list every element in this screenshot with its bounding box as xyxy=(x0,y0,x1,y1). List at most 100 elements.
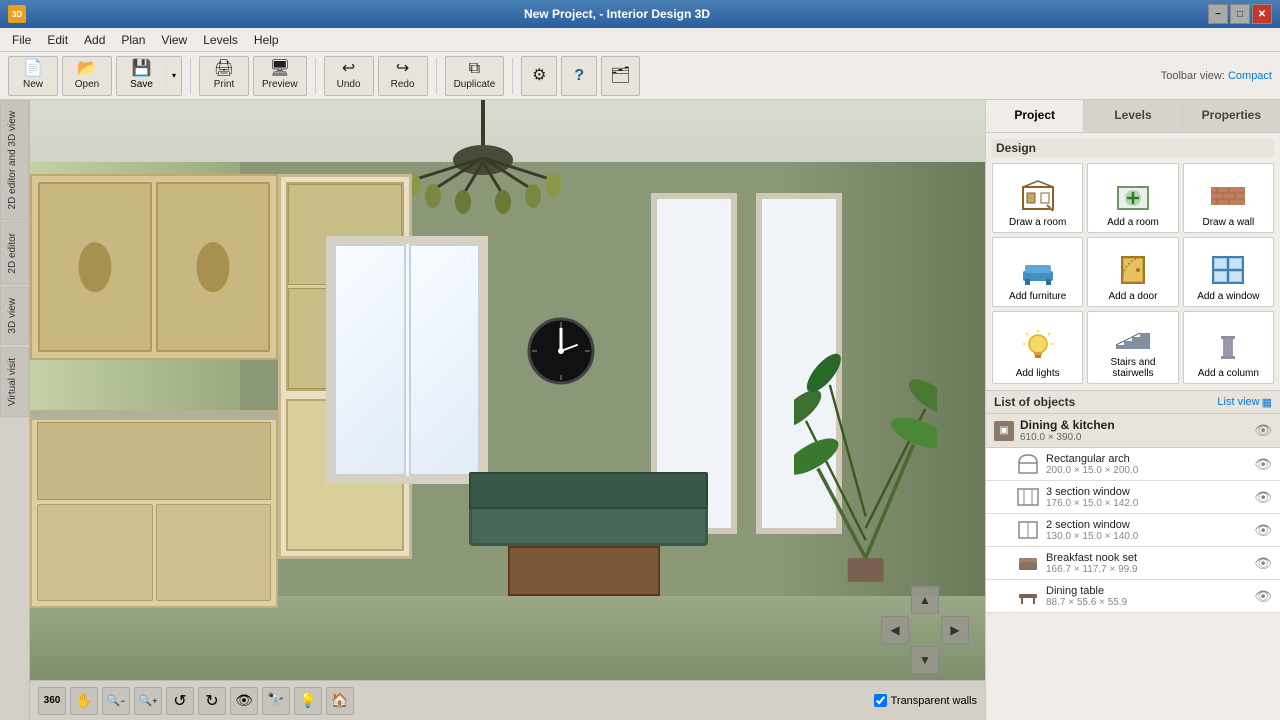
add-room-button[interactable]: Add a room xyxy=(1087,163,1178,233)
group-dining-size: 610.0 × 390.0 xyxy=(1020,432,1248,443)
move-left-button[interactable]: ◀ xyxy=(881,616,909,644)
draw-room-button[interactable]: Draw a room xyxy=(992,163,1083,233)
menu-help[interactable]: Help xyxy=(246,31,287,49)
viewport[interactable]: ▲ ◀ ▶ ▼ 360 ✋ 🔍− 🔍+ ↺ ↻ 👁 🔭 💡 🏠 xyxy=(30,100,985,720)
add-room-icon xyxy=(1113,178,1153,214)
group-dining-visibility[interactable]: 👁 xyxy=(1254,422,1272,439)
pan-button[interactable]: ✋ xyxy=(70,687,98,715)
menu-plan[interactable]: Plan xyxy=(113,31,153,49)
nook-visibility[interactable]: 👁 xyxy=(1254,555,1272,572)
minimize-button[interactable]: − xyxy=(1208,4,1228,24)
add-lights-button[interactable]: Add lights xyxy=(992,311,1083,384)
arch-visibility[interactable]: 👁 xyxy=(1254,456,1272,473)
tab-virtual-visit[interactable]: Virtual visit xyxy=(0,347,29,417)
tab-2d-editor[interactable]: 2D editor xyxy=(0,222,29,285)
save-dropdown[interactable]: ▾ xyxy=(166,56,182,96)
empty-cell-center xyxy=(911,616,939,644)
transparent-walls-checkbox[interactable] xyxy=(874,694,887,707)
new-button[interactable]: 📄 New xyxy=(8,56,58,96)
preview-icon: 🖥 xyxy=(270,61,290,77)
duplicate-button[interactable]: ⧉ Duplicate xyxy=(445,56,505,96)
save-button[interactable]: 💾 Save xyxy=(116,56,166,96)
menu-edit[interactable]: Edit xyxy=(39,31,76,49)
360-button[interactable]: 360 xyxy=(38,687,66,715)
separator-3 xyxy=(436,58,437,94)
tab-3d-view[interactable]: 3D view xyxy=(0,287,29,345)
item-3-section-window[interactable]: 3 section window 176.0 × 15.0 × 142.0 👁 xyxy=(986,481,1280,514)
lower-cabinet xyxy=(30,410,278,608)
tab-levels[interactable]: Levels xyxy=(1084,100,1182,132)
2-window-size: 130.0 × 15.0 × 140.0 xyxy=(1046,531,1248,542)
rotate-ccw-button[interactable]: ↺ xyxy=(166,687,194,715)
nook-icon xyxy=(1016,551,1040,575)
item-2-section-window[interactable]: 2 section window 130.0 × 15.0 × 140.0 👁 xyxy=(986,514,1280,547)
item-rect-arch[interactable]: Rectangular arch 200.0 × 15.0 × 200.0 👁 xyxy=(986,448,1280,481)
list-view-button[interactable]: List view ▦ xyxy=(1217,396,1272,409)
add-door-button[interactable]: Add a door xyxy=(1087,237,1178,307)
objects-section: List of objects List view ▦ ▣ Dining & k… xyxy=(986,391,1280,720)
compact-link[interactable]: Compact xyxy=(1228,70,1272,82)
add-column-button[interactable]: Add a column xyxy=(1183,311,1274,384)
move-right-button[interactable]: ▶ xyxy=(941,616,969,644)
add-furniture-button[interactable]: Add furniture xyxy=(992,237,1083,307)
look-button[interactable]: 👁 xyxy=(230,687,258,715)
add-window-button[interactable]: Add a window xyxy=(1183,237,1274,307)
help-button[interactable]: ? xyxy=(561,56,597,96)
group-dining-name: Dining & kitchen xyxy=(1020,418,1248,432)
empty-cell-tr xyxy=(941,586,969,614)
tab-2d-3d-view[interactable]: 2D editor and 3D view xyxy=(0,100,29,220)
tab-properties[interactable]: Properties xyxy=(1183,100,1280,132)
home-button[interactable]: 🏠 xyxy=(326,687,354,715)
open-button[interactable]: 📂 Open xyxy=(62,56,112,96)
light-button[interactable]: 💡 xyxy=(294,687,322,715)
window-controls: − □ ✕ xyxy=(1208,4,1272,24)
nook-size: 166.7 × 117.7 × 99.9 xyxy=(1046,564,1248,575)
add-column-label: Add a column xyxy=(1198,368,1259,379)
app-logo: 3D xyxy=(8,5,26,23)
zoom-in-button[interactable]: 🔍+ xyxy=(134,687,162,715)
close-button[interactable]: ✕ xyxy=(1252,4,1272,24)
settings-icon: ⚙ xyxy=(532,68,546,84)
dining-table-visibility[interactable]: 👁 xyxy=(1254,588,1272,605)
save-label: Save xyxy=(130,79,153,90)
settings-button[interactable]: ⚙ xyxy=(521,56,557,96)
dining-table-info: Dining table 88.7 × 55.6 × 55.9 xyxy=(1046,585,1248,608)
add-window-icon xyxy=(1208,252,1248,288)
nook-info: Breakfast nook set 166.7 × 117.7 × 99.9 xyxy=(1046,552,1248,575)
move-up-button[interactable]: ▲ xyxy=(911,586,939,614)
menu-file[interactable]: File xyxy=(4,31,39,49)
move-down-button[interactable]: ▼ xyxy=(911,646,939,674)
redo-button[interactable]: ↪ Redo xyxy=(378,56,428,96)
print-icon: 🖨 xyxy=(214,61,234,77)
zoom-out-button[interactable]: 🔍− xyxy=(102,687,130,715)
3-window-info: 3 section window 176.0 × 15.0 × 142.0 xyxy=(1046,486,1248,509)
menu-add[interactable]: Add xyxy=(76,31,113,49)
help-icon: ? xyxy=(574,68,584,84)
draw-wall-button[interactable]: Draw a wall xyxy=(1183,163,1274,233)
item-breakfast-nook[interactable]: Breakfast nook set 166.7 × 117.7 × 99.9 … xyxy=(986,547,1280,580)
objects-header: List of objects List view ▦ xyxy=(986,391,1280,414)
stairs-button[interactable]: Stairs and stairwells xyxy=(1087,311,1178,384)
undo-icon: ↩ xyxy=(342,61,355,77)
menu-bar: File Edit Add Plan View Levels Help xyxy=(0,28,1280,52)
draw-wall-label: Draw a wall xyxy=(1202,217,1254,228)
open-icon: 📂 xyxy=(77,61,97,77)
menu-levels[interactable]: Levels xyxy=(195,31,246,49)
maximize-button[interactable]: □ xyxy=(1230,4,1250,24)
menu-view[interactable]: View xyxy=(153,31,195,49)
group-dining-kitchen[interactable]: ▣ Dining & kitchen 610.0 × 390.0 👁 xyxy=(986,414,1280,448)
item-dining-table[interactable]: Dining table 88.7 × 55.6 × 55.9 👁 xyxy=(986,580,1280,613)
stairs-label: Stairs and stairwells xyxy=(1092,357,1173,379)
rotate-cw-button[interactable]: ↻ xyxy=(198,687,226,715)
3-window-visibility[interactable]: 👁 xyxy=(1254,489,1272,506)
objects-list[interactable]: ▣ Dining & kitchen 610.0 × 390.0 👁 Recta… xyxy=(986,414,1280,720)
preview-button[interactable]: 🖥 Preview xyxy=(253,56,307,96)
walk-button[interactable]: 🔭 xyxy=(262,687,290,715)
2-window-visibility[interactable]: 👁 xyxy=(1254,522,1272,539)
tab-project[interactable]: Project xyxy=(986,100,1084,132)
undo-button[interactable]: ↩ Undo xyxy=(324,56,374,96)
transparent-walls-label[interactable]: Transparent walls xyxy=(891,695,977,707)
gallery-button[interactable]: 🗂 xyxy=(601,56,639,96)
main-area: 2D editor and 3D view 2D editor 3D view … xyxy=(0,100,1280,720)
print-button[interactable]: 🖨 Print xyxy=(199,56,249,96)
